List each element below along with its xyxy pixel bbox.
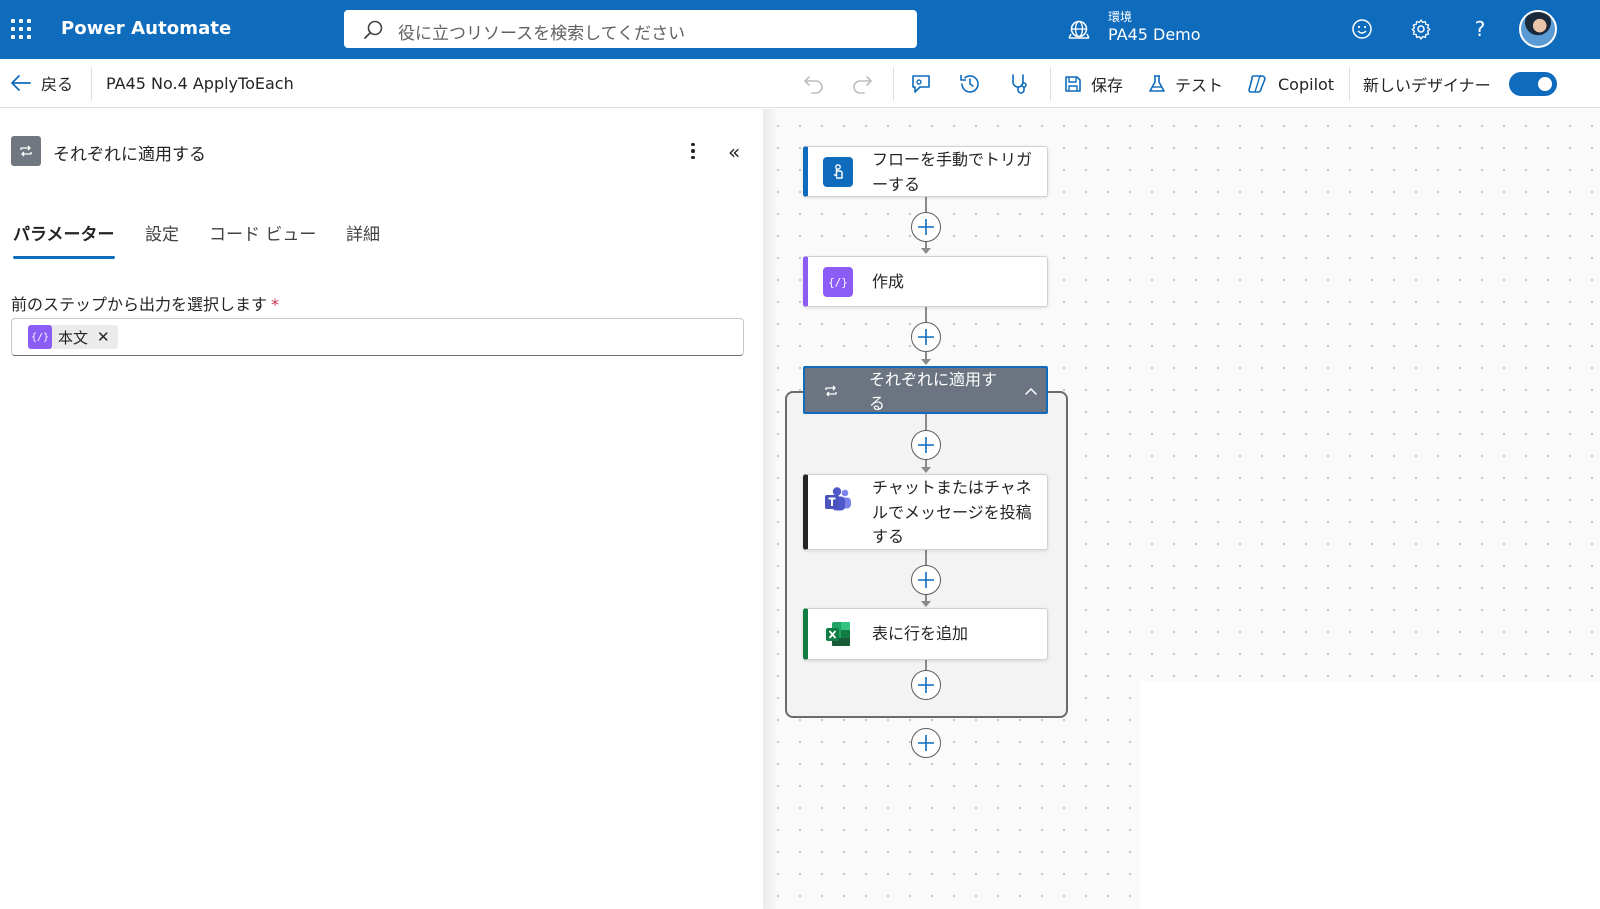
canvas-overlay-blank xyxy=(1140,681,1600,909)
flow-card-compose[interactable]: {/} 作成 xyxy=(803,256,1048,307)
copilot-icon xyxy=(1248,75,1266,93)
environment-name: PA45 Demo xyxy=(1108,25,1201,44)
environment-label: 環境 xyxy=(1108,10,1133,24)
plus-icon xyxy=(918,677,934,693)
flow-card-excel-add-row[interactable]: 表に行を追加 xyxy=(803,608,1048,660)
compose-icon: {/} xyxy=(823,267,853,297)
required-mark: * xyxy=(271,295,280,314)
flow-card-teams-post[interactable]: チャットまたはチャネルでメッセージを投稿する xyxy=(803,474,1048,550)
connector-arrow xyxy=(921,467,931,473)
tab-details[interactable]: 詳細 xyxy=(346,220,380,245)
app-launcher-icon[interactable] xyxy=(11,19,31,39)
redo-icon[interactable] xyxy=(849,71,875,97)
help-icon[interactable]: ? xyxy=(1467,16,1493,42)
top-bar: Power Automate 役に立つリソースを検索してください 環境 PA45… xyxy=(0,0,1600,59)
save-icon xyxy=(1065,76,1081,92)
manual-trigger-icon xyxy=(823,157,853,187)
insert-step-button[interactable] xyxy=(911,212,941,242)
chevron-up-icon[interactable] xyxy=(1024,386,1038,396)
collapse-panel-icon[interactable]: « xyxy=(728,140,740,164)
divider xyxy=(1050,67,1051,101)
remove-token-icon[interactable]: ✕ xyxy=(97,328,110,346)
settings-gear-icon[interactable] xyxy=(1408,16,1434,42)
tab-code-view[interactable]: コード ビュー xyxy=(209,220,316,245)
insert-step-button[interactable] xyxy=(911,670,941,700)
test-button[interactable]: テスト xyxy=(1147,70,1223,98)
tab-settings[interactable]: 設定 xyxy=(145,220,179,245)
comments-icon[interactable] xyxy=(908,71,934,97)
teams-icon xyxy=(823,485,853,515)
insert-step-button[interactable] xyxy=(911,430,941,460)
back-label: 戻る xyxy=(41,75,74,94)
connector-arrow xyxy=(921,601,931,607)
beaker-icon xyxy=(1149,75,1165,92)
plus-icon xyxy=(918,329,934,345)
card-title: チャットまたはチャネルでメッセージを投稿する xyxy=(872,478,1032,546)
save-label: 保存 xyxy=(1091,76,1124,95)
tab-parameters[interactable]: パラメーター xyxy=(13,220,115,245)
search-icon xyxy=(364,20,383,39)
compose-icon: {/} xyxy=(28,325,52,349)
new-designer-toggle[interactable] xyxy=(1509,72,1557,96)
user-avatar[interactable] xyxy=(1519,10,1557,48)
flow-checker-icon[interactable] xyxy=(1006,71,1032,97)
select-output-field[interactable]: {/} 本文 ✕ xyxy=(11,318,744,356)
test-label: テスト xyxy=(1175,76,1224,95)
apply-to-each-header[interactable]: それぞれに適用する xyxy=(803,366,1048,414)
new-designer-label: 新しいデザイナー xyxy=(1363,76,1491,95)
card-title: 表に行を追加 xyxy=(872,624,969,643)
copilot-button[interactable]: Copilot xyxy=(1246,70,1334,98)
plus-icon xyxy=(918,437,934,453)
insert-step-button[interactable] xyxy=(911,565,941,595)
loop-icon xyxy=(825,385,837,397)
divider xyxy=(91,67,92,101)
plus-icon xyxy=(918,572,934,588)
connector-arrow xyxy=(921,359,931,365)
back-button[interactable]: 戻る xyxy=(10,71,73,95)
divider xyxy=(1349,67,1350,101)
insert-step-button[interactable] xyxy=(911,728,941,758)
apply-to-each-title: それぞれに適用する xyxy=(869,370,998,413)
insert-step-button[interactable] xyxy=(911,322,941,352)
feedback-smiley-icon[interactable] xyxy=(1349,16,1375,42)
divider xyxy=(893,67,894,101)
loop-icon xyxy=(11,136,41,166)
undo-icon[interactable] xyxy=(801,71,827,97)
command-bar: 戻る PA45 No.4 ApplyToEach 保存 テスト Copilot … xyxy=(0,59,1600,108)
connector-arrow xyxy=(921,248,931,254)
more-options-icon[interactable] xyxy=(683,139,703,163)
search-input[interactable]: 役に立つリソースを検索してください xyxy=(398,19,685,44)
panel-title[interactable]: それぞれに適用する xyxy=(53,140,206,165)
field-label: 前のステップから出力を選択します * xyxy=(11,291,279,315)
token-label: 本文 xyxy=(58,328,89,347)
field-label-text: 前のステップから出力を選択します xyxy=(11,295,268,314)
plus-icon xyxy=(918,735,934,751)
card-title: フローを手動でトリガーする xyxy=(872,150,1033,194)
search-box[interactable]: 役に立つリソースを検索してください xyxy=(344,10,917,48)
excel-icon xyxy=(823,619,853,649)
flow-name[interactable]: PA45 No.4 ApplyToEach xyxy=(106,74,294,93)
flow-card-trigger[interactable]: フローを手動でトリガーする xyxy=(803,146,1048,197)
environment-icon xyxy=(1068,20,1090,39)
action-details-panel: それぞれに適用する « パラメーター 設定 コード ビュー 詳細 前のステップか… xyxy=(0,109,763,909)
body-token[interactable]: {/} 本文 ✕ xyxy=(28,325,118,349)
version-history-icon[interactable] xyxy=(957,71,983,97)
plus-icon xyxy=(918,219,934,235)
panel-divider-shadow xyxy=(763,109,779,909)
app-title[interactable]: Power Automate xyxy=(61,18,231,39)
copilot-label: Copilot xyxy=(1278,74,1335,94)
card-title: 作成 xyxy=(872,272,905,291)
save-button[interactable]: 保存 xyxy=(1063,70,1123,98)
back-arrow-icon xyxy=(11,75,31,91)
active-tab-indicator xyxy=(13,256,115,259)
